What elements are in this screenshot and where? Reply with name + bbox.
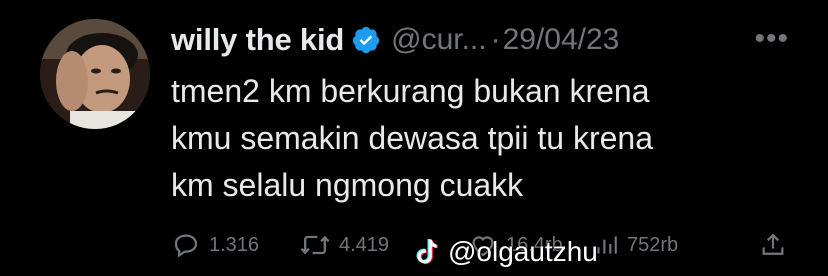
display-name[interactable]: willy the kid <box>171 22 344 58</box>
retweet-button[interactable]: 4.419 <box>299 228 389 262</box>
more-icon[interactable]: ••• <box>754 24 789 54</box>
views-button[interactable]: 752rb <box>593 228 678 262</box>
reply-icon <box>174 234 198 258</box>
share-button[interactable] <box>759 228 795 262</box>
share-icon <box>762 233 784 255</box>
retweet-count: 4.419 <box>339 233 390 256</box>
tweet-date[interactable]: 29/04/23 <box>503 23 620 57</box>
tiktok-watermark: @olgautzhu <box>416 232 598 272</box>
views-count: 752rb <box>627 233 679 256</box>
reply-count: 1.316 <box>209 233 260 256</box>
separator-dot: · <box>490 23 501 56</box>
avatar[interactable] <box>40 19 150 129</box>
tweet-text: tmen2 km berkurang bukan krena kmu semak… <box>171 73 653 203</box>
verified-badge-icon <box>351 25 381 55</box>
retweet-icon <box>300 235 330 255</box>
tiktok-icon <box>416 238 438 265</box>
watermark-text: @olgautzhu <box>448 236 598 267</box>
avatar-photo <box>40 19 150 129</box>
tweet-header: willy the kid @cur... · 29/04/23 ••• <box>171 18 811 62</box>
handle[interactable]: @cur... <box>391 23 486 57</box>
reply-button[interactable]: 1.316 <box>171 228 259 262</box>
